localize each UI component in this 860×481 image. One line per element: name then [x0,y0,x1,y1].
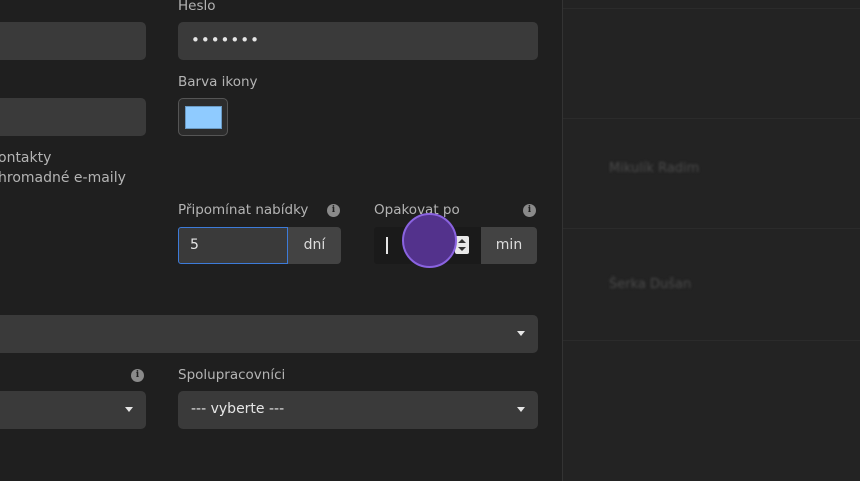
info-icon[interactable]: i [523,204,536,217]
days-unit: dní [288,227,341,264]
collaborators-value: --- vyberte --- [191,401,285,417]
remind-offers-value: 5 [190,237,199,253]
icon-color-label: Barva ikony [178,74,258,90]
chevron-down-icon [517,407,525,412]
row-divider [563,228,860,229]
chevron-down-icon [125,407,133,412]
left-select[interactable] [0,391,146,429]
row-divider [563,340,860,341]
minutes-unit: min [481,227,537,264]
app-screen: Heslo ••••••• Barva ikony ontakty hromad… [0,0,860,481]
row-divider [563,118,860,119]
touch-indicator [402,213,457,268]
info-icon[interactable]: i [131,369,144,382]
blurred-list-item[interactable]: Šerka Dušan [609,277,691,292]
checkbox-label-contacts: ontakty [0,150,52,166]
password-value: ••••••• [191,31,260,49]
right-pane: Mikulík Radim Šerka Dušan [563,0,860,481]
settings-form: Heslo ••••••• Barva ikony ontakty hromad… [0,0,563,481]
spinner-down-icon[interactable] [458,247,466,251]
info-icon[interactable]: i [327,204,340,217]
spinner-up-icon[interactable] [458,239,466,243]
blurred-list-item[interactable]: Mikulík Radim [609,161,699,176]
number-spinner[interactable] [455,236,469,254]
icon-color-picker[interactable] [178,98,228,136]
wide-select[interactable] [0,315,538,353]
collaborators-label: Spolupracovníci [178,367,286,383]
remind-offers-label: Připomínat nabídky [178,202,309,218]
chevron-down-icon [517,331,525,336]
password-label: Heslo [178,0,216,14]
row-divider [563,8,860,9]
remind-offers-input[interactable]: 5 [178,227,288,264]
color-preview [185,106,222,129]
left-text-field-1[interactable] [0,22,146,60]
collaborators-select[interactable]: --- vyberte --- [178,391,538,429]
password-field[interactable]: ••••••• [178,22,538,60]
left-text-field-2[interactable] [0,98,146,136]
text-cursor [386,237,388,254]
checkbox-label-mass-emails: hromadné e-maily [0,170,126,186]
